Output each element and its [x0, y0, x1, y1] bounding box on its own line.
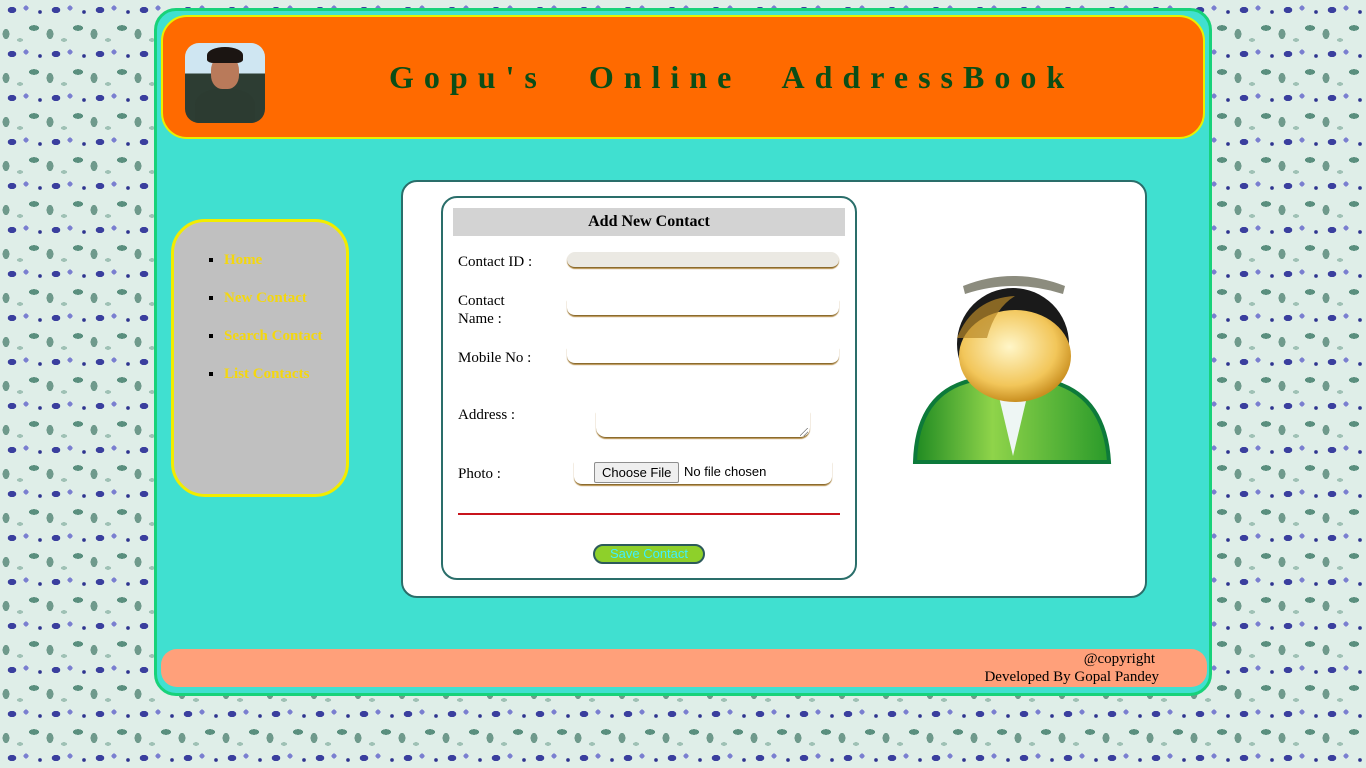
textarea-resize-handle[interactable] — [800, 428, 808, 436]
nav-link-new-contact[interactable]: New Contact — [224, 290, 307, 306]
mobile-label: Mobile No : — [458, 350, 532, 366]
sidebar-nav: Home New Contact Search Contact List Con… — [171, 219, 349, 497]
site-footer: @copyright Developed By Gopal Pandey — [161, 649, 1207, 687]
address-label: Address : — [458, 407, 516, 423]
nav-bullet: Search Contact — [224, 326, 322, 346]
developer-credit: Developed By Gopal Pandey — [984, 669, 1159, 685]
user-silhouette-icon — [912, 276, 1112, 464]
address-textarea[interactable] — [596, 412, 810, 438]
nav-link-home[interactable]: Home — [224, 252, 262, 268]
add-contact-form: Add New Contact Contact ID : Contact Nam… — [441, 196, 857, 580]
form-divider — [458, 513, 840, 515]
site-title: Gopu's Online AddressBook — [389, 59, 1075, 95]
nav-link-search-contact[interactable]: Search Contact — [224, 328, 322, 344]
contact-name-label-line2: Name : — [458, 311, 502, 327]
mobile-field[interactable] — [567, 348, 839, 364]
copyright-text: @copyright — [1083, 651, 1155, 667]
save-contact-button[interactable]: Save Contact — [593, 544, 705, 564]
page-frame: Gopu's Online AddressBook Home New Conta… — [154, 8, 1212, 696]
site-header: Gopu's Online AddressBook — [161, 15, 1205, 139]
nav-link-list-contacts[interactable]: List Contacts — [224, 366, 309, 382]
file-status-text: No file chosen — [684, 464, 767, 479]
form-heading: Add New Contact — [453, 208, 845, 236]
nav-bullet: New Contact — [224, 288, 322, 308]
choose-file-button[interactable]: Choose File — [594, 462, 680, 483]
content-panel: Add New Contact Contact ID : Contact Nam… — [401, 180, 1147, 598]
nav-bullet: List Contacts — [224, 364, 322, 384]
contact-name-field[interactable] — [567, 300, 839, 316]
nav-bullet: Home — [224, 250, 322, 270]
contact-id-field[interactable] — [567, 252, 839, 268]
contact-id-label: Contact ID : — [458, 254, 533, 270]
nav-list: Home New Contact Search Contact List Con… — [174, 250, 322, 402]
profile-avatar — [185, 43, 265, 123]
photo-label: Photo : — [458, 466, 501, 482]
photo-file-input: Choose File No file chosen — [574, 462, 832, 485]
contact-name-label-line1: Contact — [458, 293, 505, 309]
